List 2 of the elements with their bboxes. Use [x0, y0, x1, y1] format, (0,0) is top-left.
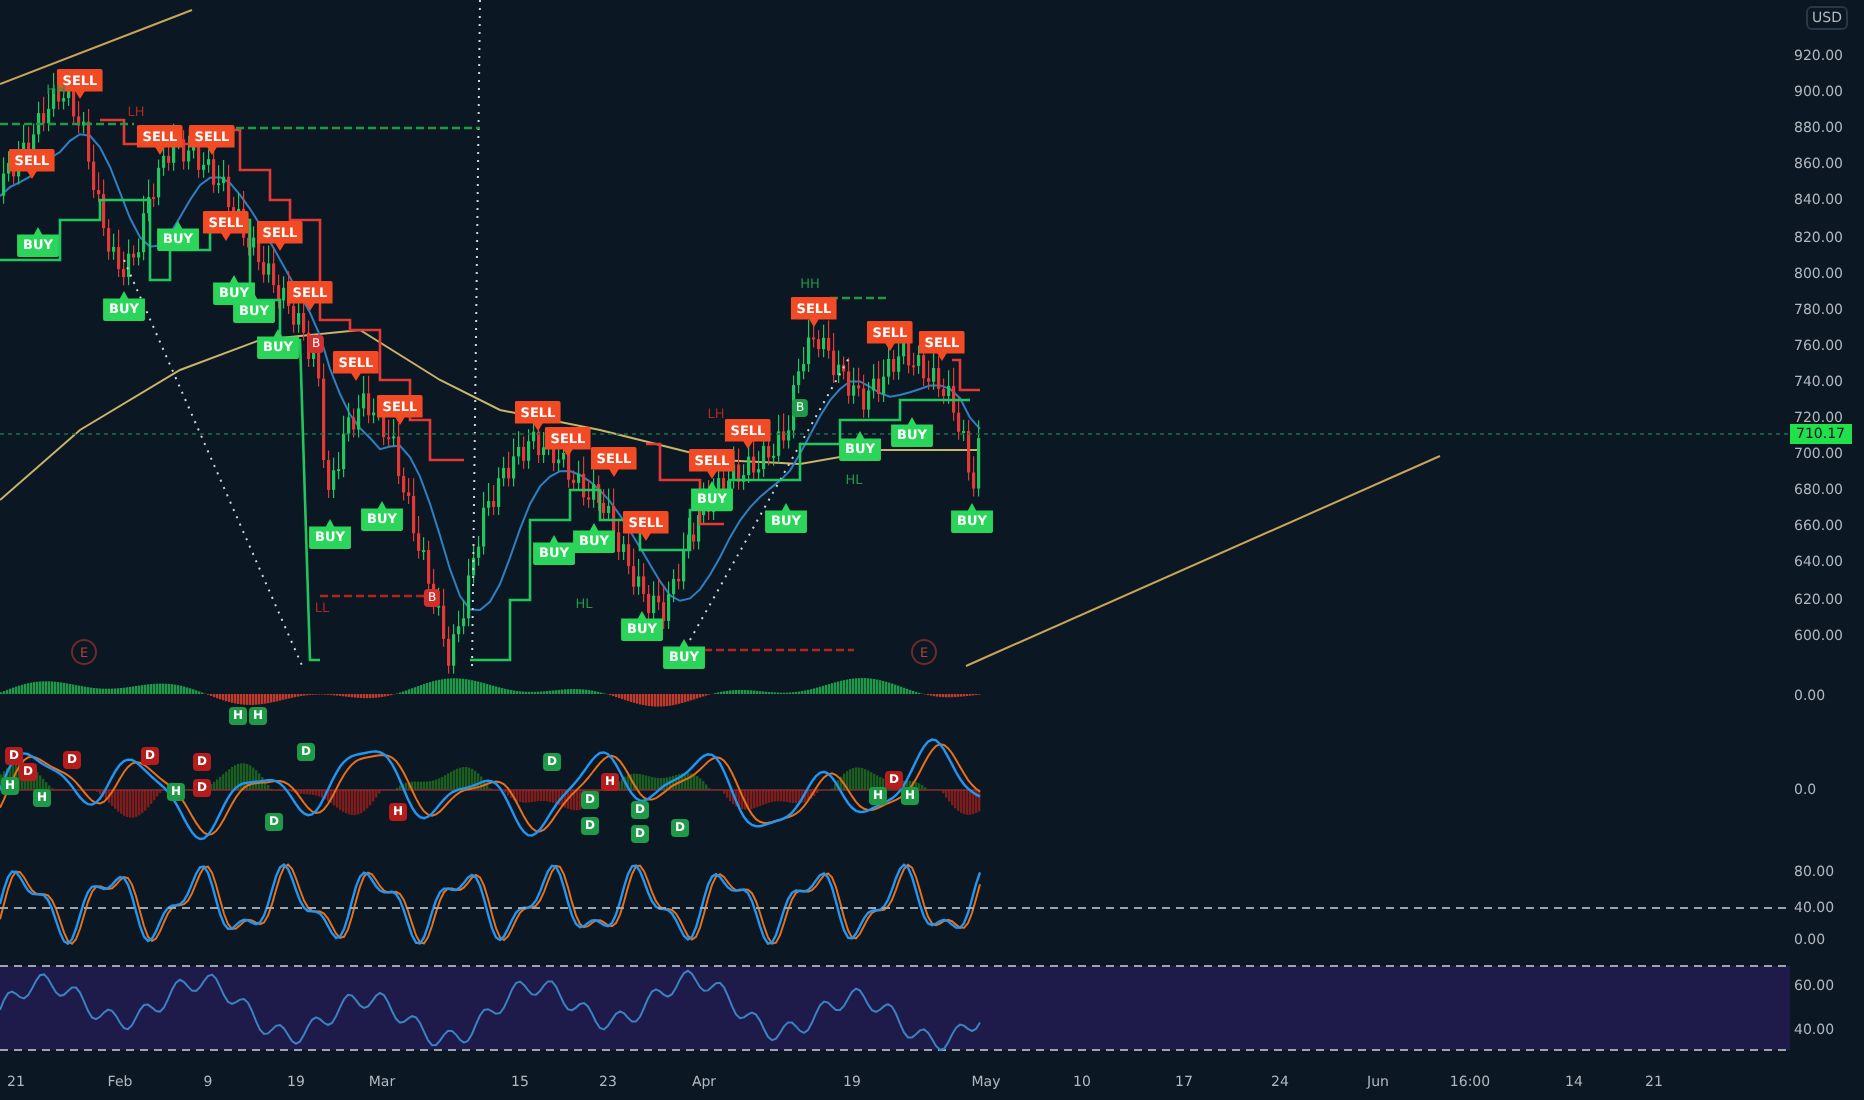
level-line [0, 122, 134, 126]
stop-line [952, 358, 980, 392]
